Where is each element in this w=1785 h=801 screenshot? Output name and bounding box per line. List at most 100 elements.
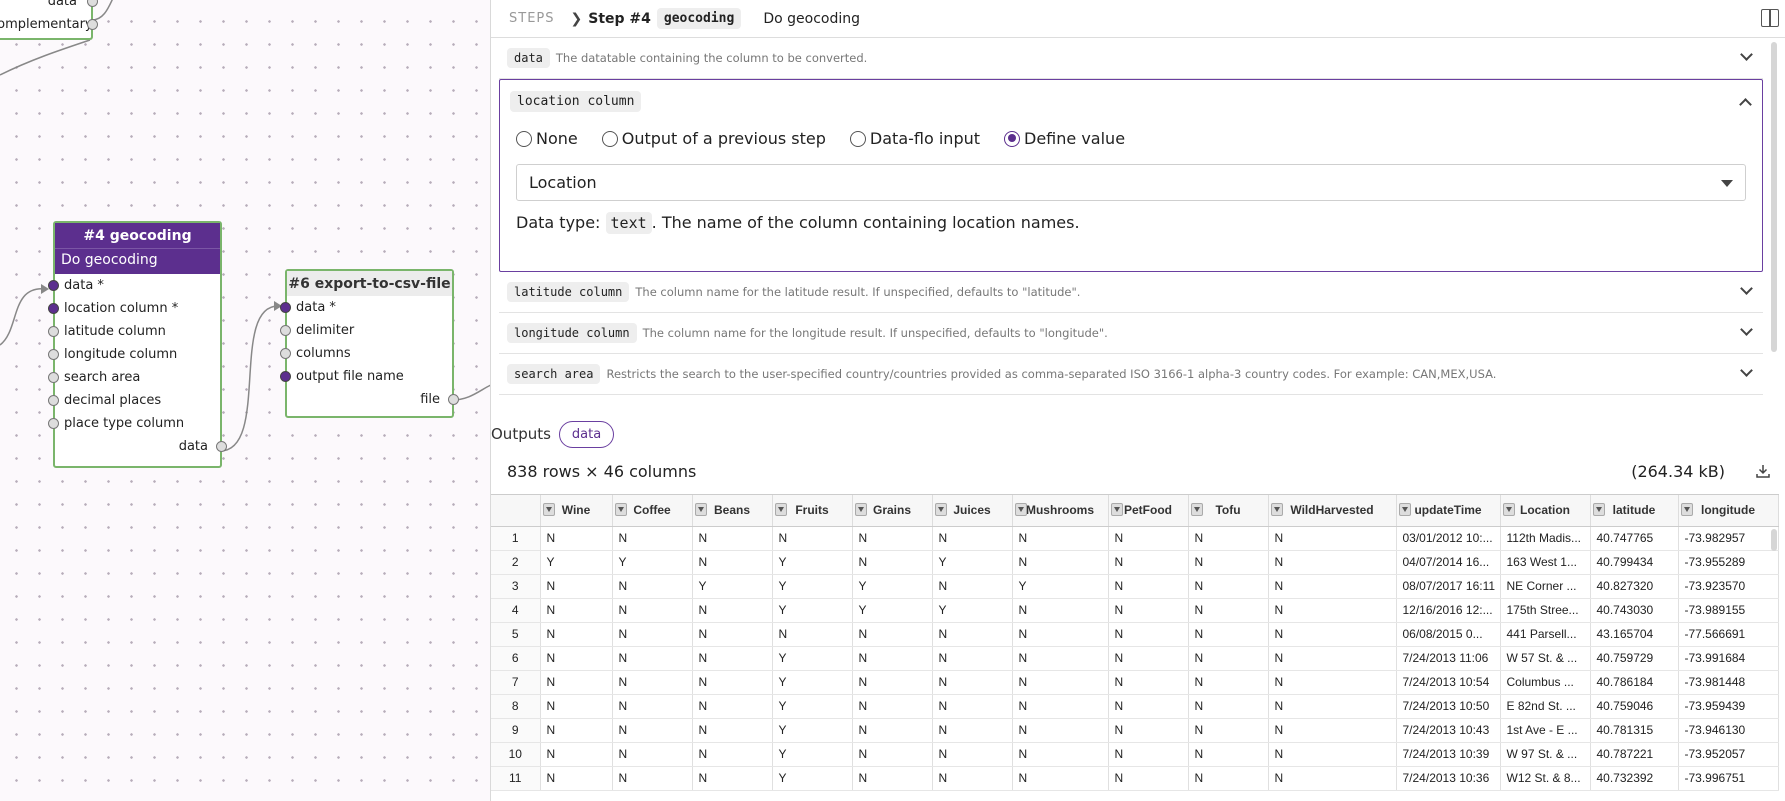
port-icon[interactable] <box>280 348 291 359</box>
filter-icon[interactable] <box>542 503 555 516</box>
param-data[interactable]: data The datatable containing the column… <box>499 38 1763 79</box>
filter-icon[interactable] <box>1592 503 1605 516</box>
radio-icon[interactable] <box>849 130 866 147</box>
node-output-data: data <box>0 0 98 13</box>
param-name[interactable]: location column <box>510 91 642 112</box>
table-row[interactable]: 11 N N N Y N N N N N N 7/24/2013 10:36 W12 St. & 8..… <box>491 766 1779 791</box>
filter-icon[interactable] <box>1110 503 1123 516</box>
port-icon[interactable] <box>448 394 459 405</box>
port-icon[interactable] <box>280 325 291 336</box>
port-icon[interactable] <box>280 302 291 313</box>
chevron-down-icon[interactable] <box>1740 48 1753 61</box>
param-search-area[interactable]: search area Restricts the search to the … <box>499 354 1763 395</box>
radio-none[interactable]: None <box>516 129 578 148</box>
column-header[interactable]: Juices <box>932 495 1013 527</box>
chevron-up-icon[interactable] <box>1739 98 1752 111</box>
filter-icon[interactable] <box>1270 503 1283 516</box>
table-scrollbar[interactable] <box>1771 529 1777 551</box>
column-header[interactable]: Coffee <box>612 495 693 527</box>
output-data-tab[interactable]: data <box>558 420 615 448</box>
row-index: 2 <box>491 550 541 575</box>
port-icon[interactable] <box>48 303 59 314</box>
port-icon[interactable] <box>48 280 59 291</box>
filter-icon[interactable] <box>934 503 947 516</box>
column-header[interactable]: Beans <box>692 495 773 527</box>
port-label: columns <box>296 346 351 361</box>
table-cell: N <box>692 598 773 623</box>
export-to-csv-node[interactable]: #6 export-to-csv-file data * delimiter col… <box>280 269 459 418</box>
port-icon[interactable] <box>48 418 59 429</box>
table-cell: N <box>1268 766 1397 791</box>
port-icon[interactable] <box>216 441 227 452</box>
filter-icon[interactable] <box>694 503 707 516</box>
previous-step-node-fragment[interactable]: data complementary <box>0 0 98 40</box>
node-title: #4 geocoding <box>55 223 220 248</box>
param-latitude-column[interactable]: latitude column The column name for the … <box>499 272 1763 313</box>
radio-icon[interactable] <box>601 130 618 147</box>
outputs-label: Outputs <box>491 425 551 443</box>
radio-define-value[interactable]: Define value <box>1004 129 1125 148</box>
filter-icon[interactable] <box>1398 503 1411 516</box>
port-icon[interactable] <box>48 372 59 383</box>
table-row[interactable]: 7 N N N Y N N N N N N 7/24/2013 10:54 Columbus ... 40… <box>491 670 1779 695</box>
download-icon[interactable] <box>1755 463 1771 479</box>
chevron-down-icon[interactable] <box>1740 282 1753 295</box>
column-header[interactable]: Tofu <box>1188 495 1269 527</box>
table-row[interactable]: 2 Y Y N Y N Y N N N N 04/07/2014 16... 163 West 1...… <box>491 550 1779 575</box>
filter-icon[interactable] <box>1190 503 1203 516</box>
column-header[interactable]: Location <box>1500 495 1591 527</box>
chevron-down-icon[interactable] <box>1740 323 1753 336</box>
column-header[interactable]: PetFood <box>1108 495 1189 527</box>
filter-icon[interactable] <box>1680 503 1693 516</box>
table-cell: N <box>852 670 933 695</box>
port-icon[interactable] <box>280 371 291 382</box>
table-cell: N <box>1108 670 1189 695</box>
column-header[interactable]: Grains <box>852 495 933 527</box>
column-header[interactable]: WildHarvested <box>1268 495 1397 527</box>
filter-icon[interactable] <box>1502 503 1515 516</box>
table-row[interactable]: 9 N N N Y N N N N N N 7/24/2013 10:43 1st Ave - E ..… <box>491 718 1779 743</box>
params-scrollbar[interactable] <box>1771 42 1777 352</box>
column-header[interactable]: updateTime <box>1396 495 1501 527</box>
column-header[interactable]: Wine <box>540 495 613 527</box>
table-row[interactable]: 4 N N N Y Y Y N N N N 12/16/2016 12:... 175th Stree.… <box>491 598 1779 623</box>
port-label: decimal places <box>64 393 162 408</box>
filter-icon[interactable] <box>774 503 787 516</box>
radio-dataflo-input[interactable]: Data-flo input <box>849 129 980 148</box>
param-longitude-column[interactable]: longitude column The column name for the… <box>499 313 1763 354</box>
port-icon[interactable] <box>48 349 59 360</box>
node-output-data: data <box>55 435 227 458</box>
table-cell: N <box>1268 622 1397 647</box>
filter-icon[interactable] <box>854 503 867 516</box>
location-column-select[interactable]: Location <box>516 164 1746 201</box>
table-cell: N <box>1108 694 1189 719</box>
dropdown-arrow-icon[interactable] <box>1721 180 1733 187</box>
column-header[interactable]: Fruits <box>772 495 853 527</box>
radio-previous-step-output[interactable]: Output of a previous step <box>601 129 826 148</box>
output-table: Wine Coffee Beans Fruits Grains Juices Mushroo… <box>491 494 1779 801</box>
table-row[interactable]: 3 N N Y Y Y N Y N N N 08/07/2017 16:11 NE Corner ...… <box>491 574 1779 599</box>
column-header[interactable]: longitude <box>1678 495 1779 527</box>
port-icon[interactable] <box>87 19 98 30</box>
port-icon[interactable] <box>48 395 59 406</box>
filter-icon[interactable] <box>1014 503 1027 516</box>
table-cell: N <box>1268 670 1397 695</box>
workflow-canvas[interactable]: data complementary #4 geocoding Do geoco… <box>0 0 491 801</box>
table-row[interactable]: 10 N N N Y N N N N N N 7/24/2013 10:39 W 97 St. & ..… <box>491 742 1779 767</box>
port-label: data <box>178 439 208 454</box>
table-row[interactable]: 1 N N N N N N N N N N 03/01/2012 10:... 112th Madis.… <box>491 526 1779 551</box>
radio-selected-icon[interactable] <box>1004 130 1021 147</box>
table-row[interactable]: 8 N N N Y N N N N N N 7/24/2013 10:50 E 82nd St. ...… <box>491 694 1779 719</box>
table-row[interactable]: 6 N N N Y N N N N N N 7/24/2013 11:06 W 57 St. & ...… <box>491 646 1779 671</box>
column-header[interactable]: latitude <box>1590 495 1679 527</box>
port-icon[interactable] <box>48 326 59 337</box>
filter-icon[interactable] <box>614 503 627 516</box>
geocoding-node[interactable]: #4 geocoding Do geocoding data * location… <box>48 221 227 468</box>
panel-layout-icon[interactable] <box>1761 9 1779 27</box>
steps-link[interactable]: STEPS <box>509 11 555 26</box>
table-row[interactable]: 5 N N N N N N N N N N 06/08/2015 0... 441 Parsell...… <box>491 622 1779 647</box>
chevron-down-icon[interactable] <box>1740 364 1753 377</box>
table-cell: N <box>692 646 773 671</box>
radio-icon[interactable] <box>516 130 532 147</box>
column-header[interactable]: Mushrooms <box>1012 495 1109 527</box>
